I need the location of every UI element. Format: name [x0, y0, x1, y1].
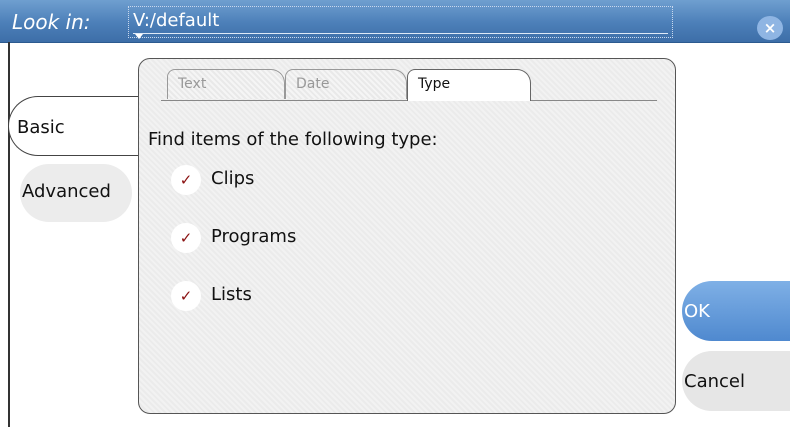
lists-label: Lists: [211, 284, 252, 305]
check-icon[interactable]: ✓: [171, 165, 201, 195]
path-value: V:/default: [133, 10, 220, 31]
cancel-button-label: Cancel: [684, 371, 745, 392]
path-field[interactable]: V:/default: [128, 6, 673, 39]
tab-date[interactable]: Date: [285, 69, 407, 99]
ok-button[interactable]: OK: [682, 281, 790, 341]
look-in-label: Look in:: [12, 10, 91, 34]
cancel-button[interactable]: Cancel: [682, 351, 790, 411]
check-icon[interactable]: ✓: [171, 223, 201, 253]
title-bar: Look in: V:/default ×: [0, 0, 790, 43]
tab-type[interactable]: Type: [407, 69, 531, 101]
left-border: [8, 42, 10, 427]
side-tab-basic[interactable]: Basic: [8, 96, 140, 156]
programs-label: Programs: [211, 226, 297, 247]
path-dropdown-icon[interactable]: [135, 34, 143, 39]
side-tab-advanced[interactable]: Advanced: [20, 164, 132, 222]
search-dialog: Look in: V:/default × Basic Advanced Tex…: [0, 0, 790, 427]
tab-text[interactable]: Text: [167, 69, 285, 99]
side-tab-basic-label: Basic: [17, 117, 65, 138]
close-icon[interactable]: ×: [757, 16, 783, 40]
clips-label: Clips: [211, 168, 255, 189]
path-underline: [133, 33, 668, 34]
criteria-panel: Text Date Type Find items of the followi…: [138, 58, 676, 414]
panel-heading: Find items of the following type:: [148, 129, 438, 150]
ok-button-label: OK: [684, 301, 710, 322]
side-tab-advanced-label: Advanced: [22, 181, 111, 202]
tab-strip: Text Date Type: [167, 69, 657, 101]
check-icon[interactable]: ✓: [171, 281, 201, 311]
